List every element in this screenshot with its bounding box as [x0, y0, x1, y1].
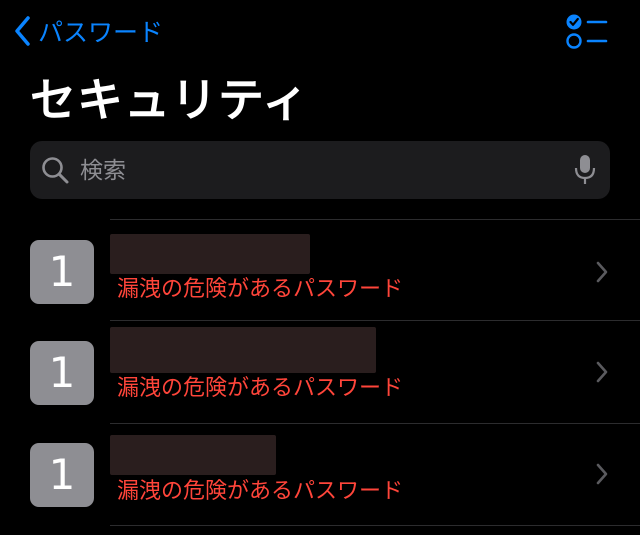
microphone-icon[interactable]: [573, 153, 597, 191]
divider: [110, 320, 640, 321]
checklist-button[interactable]: [562, 10, 610, 54]
count-badge: 1: [30, 240, 94, 304]
checklist-icon: [562, 14, 610, 58]
chevron-right-icon: [596, 261, 608, 287]
back-button-label: パスワード: [38, 18, 164, 47]
back-button[interactable]: パスワード: [14, 12, 163, 50]
search-bar[interactable]: [30, 141, 610, 199]
navigation-bar: パスワード: [0, 0, 640, 62]
redacted-account-name: [110, 327, 376, 373]
warning-text: 漏洩の危険があるパスワード: [117, 479, 404, 504]
list-item[interactable]: 1 漏洩の危険があるパスワード: [0, 425, 640, 525]
list-item[interactable]: 1 漏洩の危険があるパスワード: [0, 221, 640, 321]
search-icon: [40, 155, 70, 189]
redacted-account-name: [110, 435, 276, 475]
page-title: セキュリティ: [30, 73, 310, 127]
divider: [110, 525, 640, 526]
count-badge: 1: [30, 341, 94, 405]
search-input[interactable]: [78, 150, 552, 192]
chevron-left-icon: [14, 16, 30, 46]
chevron-right-icon: [596, 463, 608, 489]
divider: [110, 423, 640, 424]
warning-text: 漏洩の危険があるパスワード: [117, 277, 404, 302]
redacted-account-name: [110, 234, 310, 274]
count-badge: 1: [30, 443, 94, 507]
warning-text: 漏洩の危険があるパスワード: [117, 376, 404, 401]
divider: [110, 219, 640, 220]
list-item[interactable]: 1 漏洩の危険があるパスワード: [0, 322, 640, 422]
chevron-right-icon: [596, 361, 608, 387]
